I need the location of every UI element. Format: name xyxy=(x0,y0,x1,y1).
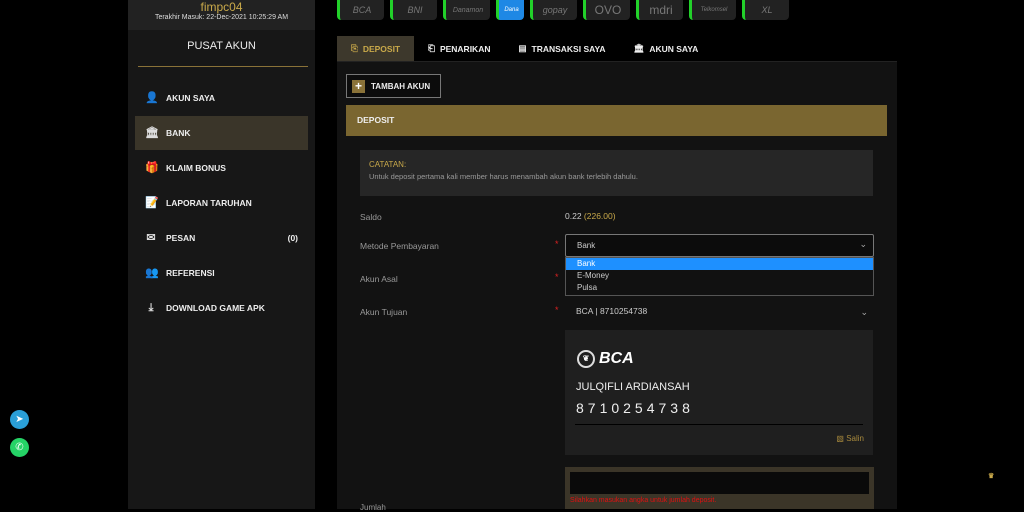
bank-status-bca: BCA xyxy=(337,0,384,20)
transaction-icon: ▤ xyxy=(518,43,527,53)
sidebar-item-label: AKUN SAYA xyxy=(166,93,215,103)
tab-transaksi-saya[interactable]: ▤ TRANSAKSI SAYA xyxy=(504,36,619,61)
required-mark: * xyxy=(555,305,559,315)
note-box: CATATAN: Untuk deposit pertama kali memb… xyxy=(360,150,873,196)
saldo-amount: 0.22 xyxy=(565,211,582,221)
note-body: Untuk deposit pertama kali member harus … xyxy=(369,172,638,181)
mail-icon: ✉ xyxy=(146,232,156,244)
sidebar: fimpc04 Terakhir Masuk: 22-Dec-2021 10:2… xyxy=(128,0,315,509)
akun-asal-label: Akun Asal xyxy=(360,274,398,284)
tab-label: AKUN SAYA xyxy=(649,43,699,54)
deposit-icon: ⎘ xyxy=(351,43,358,53)
account-number: 8710254738 xyxy=(576,400,694,416)
bank-status-mandiri: mdri xyxy=(636,0,683,20)
sidebar-item-label: BANK xyxy=(166,128,191,138)
whatsapp-icon[interactable]: ✆ xyxy=(10,438,29,457)
bank-status-list: BCA BNI Danamon Dana gopay OVO mdri Telk… xyxy=(337,0,789,20)
saldo-sub: (226.00) xyxy=(583,211,616,221)
bank-name: BCA xyxy=(599,350,634,367)
bank-status-gopay: gopay xyxy=(530,0,577,20)
destination-account-select[interactable]: BCA | 8710254738 ⌄ xyxy=(565,303,874,321)
user-box: fimpc04 Terakhir Masuk: 22-Dec-2021 10:2… xyxy=(128,0,315,30)
tab-penarikan[interactable]: ⎗ PENARIKAN xyxy=(414,36,504,61)
site-logo: ♛ xyxy=(988,473,995,480)
sidebar-item-label: DOWNLOAD GAME APK xyxy=(166,303,265,313)
message-count: (0) xyxy=(287,233,298,243)
sidebar-item-akun-saya[interactable]: 👤 AKUN SAYA xyxy=(135,81,308,115)
amount-input[interactable] xyxy=(570,472,869,494)
option-bank[interactable]: Bank xyxy=(566,258,873,270)
plus-icon: + xyxy=(352,79,365,93)
divider xyxy=(138,66,308,67)
amount-field: Silahkan masukan angka untuk jumlah depo… xyxy=(565,467,874,509)
payment-method-dropdown: Bank E-Money Pulsa xyxy=(565,257,874,296)
sidebar-item-download-apk[interactable]: ⤓ DOWNLOAD GAME APK xyxy=(135,291,308,325)
required-mark: * xyxy=(555,239,559,249)
sidebar-item-pesan[interactable]: ✉ PESAN (0) xyxy=(135,221,308,255)
sidebar-item-label: REFERENSI xyxy=(166,268,215,278)
user-icon: 👤 xyxy=(145,92,159,104)
bank-icon: 🏛 xyxy=(633,43,645,53)
payment-method-select[interactable]: Bank ⌄ xyxy=(565,234,874,257)
bank-card: ❦ BCA JULQIFLI ARDIANSAH 8710254738 ▧ Sal… xyxy=(565,330,873,455)
sidebar-item-laporan-taruhan[interactable]: 📝 LAPORAN TARUHAN xyxy=(135,186,308,220)
bank-status-ovo: OVO xyxy=(583,0,630,20)
option-emoney[interactable]: E-Money xyxy=(566,270,873,282)
option-pulsa[interactable]: Pulsa xyxy=(566,282,873,294)
tab-akun-saya[interactable]: 🏛 AKUN SAYA xyxy=(620,36,713,61)
account-holder: JULQIFLI ARDIANSAH xyxy=(576,381,690,393)
sidebar-item-referensi[interactable]: 👥 REFERENSI xyxy=(135,256,308,290)
users-icon: 👥 xyxy=(145,267,159,279)
sidebar-item-klaim-bonus[interactable]: 🎁 KLAIM BONUS xyxy=(135,151,308,185)
metode-label: Metode Pembayaran xyxy=(360,241,439,251)
chevron-down-icon: ⌄ xyxy=(859,239,867,249)
sidebar-title: PUSAT AKUN xyxy=(187,40,256,52)
required-mark: * xyxy=(555,272,559,282)
sidebar-item-label: PESAN xyxy=(166,233,196,243)
bca-logo: ❦ BCA xyxy=(577,350,634,368)
deposit-panel: + TAMBAH AKUN DEPOSIT CATATAN: Untuk depo… xyxy=(337,62,897,512)
copy-label: Salin xyxy=(846,434,864,443)
download-icon: ⤓ xyxy=(148,302,154,314)
bank-status-xl: XL xyxy=(742,0,789,20)
bank-status-telkomsel: Telkomsel xyxy=(689,0,736,20)
tab-deposit[interactable]: ⎘ DEPOSIT xyxy=(337,36,415,61)
telegram-icon[interactable]: ➤ xyxy=(10,410,29,429)
tab-label: DEPOSIT xyxy=(362,43,401,54)
gift-icon: 🎁 xyxy=(145,162,159,174)
akun-tujuan-label: Akun Tujuan xyxy=(360,307,408,317)
jumlah-label: Jumlah xyxy=(360,503,386,512)
sidebar-item-bank[interactable]: 🏛 BANK xyxy=(135,116,308,150)
select-value: BCA | 8710254738 xyxy=(576,306,648,316)
divider xyxy=(575,424,863,425)
copy-icon: ▧ xyxy=(836,434,844,443)
bank-status-dana: Dana xyxy=(496,0,524,20)
add-account-label: TAMBAH AKUN xyxy=(371,81,431,91)
section-title: DEPOSIT xyxy=(346,105,887,136)
tab-label: PENARIKAN xyxy=(439,43,491,54)
withdraw-icon: ⎗ xyxy=(428,43,435,53)
chevron-down-icon: ⌄ xyxy=(860,307,868,317)
add-account-button[interactable]: + TAMBAH AKUN xyxy=(346,74,441,98)
last-login: Terakhir Masuk: 22-Dec-2021 10:25:29 AM xyxy=(154,14,289,21)
amount-error: Silahkan masukan angka untuk jumlah depo… xyxy=(570,497,717,504)
note-title: CATATAN: xyxy=(369,160,407,169)
bank-status-danamon: Danamon xyxy=(443,0,490,20)
report-icon: 📝 xyxy=(145,197,159,209)
tabs: ⎘ DEPOSIT ⎗ PENARIKAN ▤ TRANSAKSI SAYA 🏛 AKU… xyxy=(337,36,897,62)
saldo-value: 0.22 (226.00) xyxy=(565,211,616,221)
bank-status-bni: BNI xyxy=(390,0,437,20)
copy-button[interactable]: ▧ Salin xyxy=(836,434,864,443)
bank-icon: 🏛 xyxy=(145,127,159,139)
saldo-label: Saldo xyxy=(360,212,382,222)
bca-emblem-icon: ❦ xyxy=(577,350,595,368)
select-value: Bank xyxy=(577,241,596,250)
username: fimpc04 xyxy=(200,0,243,14)
sidebar-item-label: LAPORAN TARUHAN xyxy=(166,198,252,208)
sidebar-item-label: KLAIM BONUS xyxy=(166,163,226,173)
tab-label: TRANSAKSI SAYA xyxy=(531,43,606,54)
